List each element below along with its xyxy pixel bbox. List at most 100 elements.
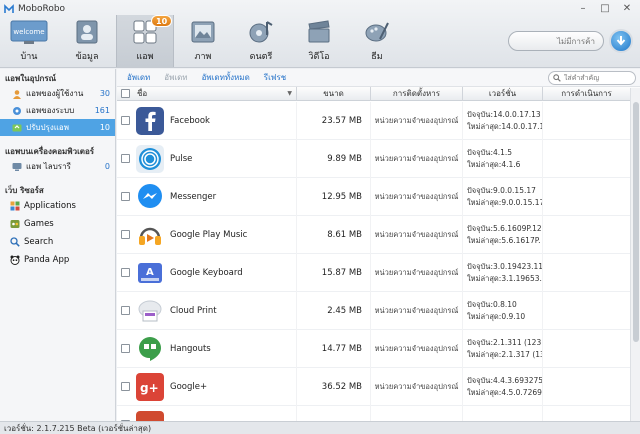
current-version: ปัจจุบัน:2.1.311 (123: [467, 337, 542, 347]
download-button[interactable]: [609, 29, 633, 53]
row-checkbox-cell: [117, 254, 133, 292]
latest-version: ใหม่ล่าสุด:14.0.0.17.1: [467, 121, 543, 131]
action-bar: อัพเดท อัพเดท อัพเดททั้งหมด รีเฟรช: [117, 69, 640, 87]
nav-video[interactable]: วิดีโอ: [290, 15, 348, 67]
partial-app-icon: [136, 410, 164, 421]
app-name: Facebook: [170, 115, 210, 126]
update-button[interactable]: อัพเดท: [127, 71, 150, 84]
install-location-cell: หน่วยความจำของอุปกรณ์: [371, 329, 463, 368]
row-checkbox[interactable]: [120, 344, 130, 353]
table-row[interactable]: Hangouts 14.77 MB หน่วยความจำของอุปกรณ์ …: [117, 329, 630, 368]
app-search-input[interactable]: [564, 74, 634, 82]
sort-arrow-icon: ▼: [287, 90, 292, 97]
install-location: หน่วยความจำของอุปกรณ์: [374, 381, 459, 391]
keyboard-icon: A: [136, 259, 164, 287]
svg-text:g+: g+: [140, 381, 159, 395]
sidebar-item-applications[interactable]: Applications: [0, 197, 115, 215]
app-size: 8.61 MB: [327, 229, 362, 240]
app-size: 9.89 MB: [327, 153, 362, 164]
install-location: หน่วยความจำของอุปกรณ์: [374, 267, 459, 277]
update-all-button[interactable]: อัพเดททั้งหมด: [202, 71, 250, 84]
select-all-checkbox[interactable]: [120, 89, 130, 98]
welcome-icon: welcome: [10, 18, 48, 46]
app-size: 14.77 MB: [321, 343, 362, 354]
facebook-icon: [136, 106, 164, 135]
film-clapper-icon: [300, 18, 338, 46]
app-name-cell: A Google Keyboard: [133, 253, 297, 292]
row-checkbox[interactable]: [120, 192, 130, 201]
vertical-scrollbar[interactable]: [630, 88, 640, 421]
status-bar: เวอร์ชั่น: 2.1.7.215 Beta (เวอร์ชั่นล่าส…: [0, 421, 640, 434]
table-row[interactable]: g+ Google+ 36.52 MB หน่วยความจำของอุปกรณ…: [117, 367, 630, 406]
nav-themes[interactable]: ธีม: [348, 15, 406, 67]
app-size: 2.45 MB: [327, 305, 362, 316]
table-row[interactable]: Messenger 12.95 MB หน่วยความจำของอุปกรณ์…: [117, 177, 630, 216]
row-checkbox-cell: [117, 140, 133, 178]
sidebar-item-system-apps[interactable]: แอพของระบบ 161: [0, 102, 115, 119]
maximize-icon[interactable]: □: [598, 2, 612, 14]
row-checkbox[interactable]: [120, 268, 130, 277]
row-checkbox[interactable]: [120, 230, 130, 239]
close-icon[interactable]: ✕: [620, 2, 634, 14]
table-row[interactable]: Pulse 9.89 MB หน่วยความจำของอุปกรณ์ ปัจจ…: [117, 139, 630, 178]
table-row[interactable]: A Google Keyboard 15.87 MB หน่วยความจำขอ…: [117, 253, 630, 292]
refresh-button[interactable]: รีเฟรช: [264, 71, 286, 84]
operation-cell: [543, 216, 630, 254]
minimize-icon[interactable]: –: [576, 2, 590, 14]
operation-cell: [543, 102, 630, 140]
row-checkbox[interactable]: [120, 116, 130, 125]
contacts-book-icon: [68, 18, 106, 46]
sidebar-item-user-apps[interactable]: แอพของผู้ใช้งาน 30: [0, 85, 115, 102]
table-row[interactable]: Facebook 23.57 MB หน่วยความจำของอุปกรณ์ …: [117, 102, 630, 140]
row-checkbox-cell: [117, 178, 133, 216]
operation-cell: [543, 140, 630, 178]
sidebar-item-update-apps[interactable]: ปรับปรุงแอพ 10: [0, 119, 115, 136]
row-checkbox[interactable]: [120, 306, 130, 315]
current-version: ปัจจุบัน:0.8.10: [467, 299, 517, 309]
app-title: MoboRobo: [4, 3, 65, 15]
sidebar-item-search[interactable]: Search: [0, 233, 115, 251]
play-music-icon: [136, 221, 164, 249]
device-apps-header: แอพในอุปกรณ์: [5, 73, 57, 83]
row-checkbox-cell: [117, 406, 133, 421]
nav-home[interactable]: welcome บ้าน: [0, 15, 58, 67]
column-name[interactable]: ชื่อ ▼: [133, 86, 297, 101]
nav-music[interactable]: ดนตรี: [232, 15, 290, 67]
version-cell: ปัจจุบัน:4.4.3.693275 ใหม่ล่าสุด:4.5.0.7…: [463, 367, 543, 406]
app-name-cell: Facebook: [133, 102, 297, 140]
nav-apps[interactable]: 10 แอพ: [116, 15, 174, 67]
row-checkbox-cell: [117, 292, 133, 330]
install-location-cell: หน่วยความจำของอุปกรณ์: [371, 177, 463, 216]
row-checkbox[interactable]: [120, 154, 130, 163]
app-name-cell: Cloud Print: [133, 291, 297, 330]
picture-icon: [184, 18, 222, 46]
install-location-cell: หน่วยความจำของอุปกรณ์: [371, 253, 463, 292]
operation-cell: [543, 254, 630, 292]
app-name-cell: Pulse: [133, 139, 297, 178]
nav-contacts[interactable]: ข้อมูล: [58, 15, 116, 67]
column-version[interactable]: เวอร์ชั่น: [463, 86, 543, 101]
window-controls: – □ ✕: [576, 2, 634, 14]
scrollbar-thumb[interactable]: [633, 102, 639, 342]
sidebar-item-app-library[interactable]: แอพ ไลบรารี 0: [0, 158, 115, 175]
version-cell: ปัจจุบัน:2.1.311 (123 ใหม่ล่าสุด:2.1.317…: [463, 329, 543, 368]
sidebar-item-games[interactable]: Games: [0, 215, 115, 233]
sidebar-item-panda-app[interactable]: Panda App: [0, 251, 115, 269]
app-size-cell: 23.57 MB: [297, 102, 371, 140]
install-location-cell: หน่วยความจำของอุปกรณ์: [371, 102, 463, 140]
device-search-input[interactable]: ไม่มีการค้า: [508, 31, 604, 51]
update-disabled-button[interactable]: อัพเดท: [164, 71, 187, 84]
column-size[interactable]: ขนาด: [297, 86, 371, 101]
install-location-cell: หน่วยความจำของอุปกรณ์: [371, 215, 463, 254]
palette-icon: [358, 18, 396, 46]
table-row[interactable]: Cloud Print 2.45 MB หน่วยความจำของอุปกรณ…: [117, 291, 630, 330]
column-location[interactable]: การติดตั้งหาร: [371, 86, 463, 101]
table-row[interactable]: Google Play Music 8.61 MB หน่วยความจำของ…: [117, 215, 630, 254]
row-checkbox[interactable]: [120, 382, 130, 391]
install-location: หน่วยความจำของอุปกรณ์: [374, 305, 459, 315]
app-name: Messenger: [170, 191, 217, 202]
table-row[interactable]: ปัจจุบัน:5.7.41: [117, 405, 630, 421]
nav-photos[interactable]: ภาพ: [174, 15, 232, 67]
column-operation[interactable]: การดำเนินการ: [543, 87, 630, 101]
app-search-box: [548, 71, 636, 85]
